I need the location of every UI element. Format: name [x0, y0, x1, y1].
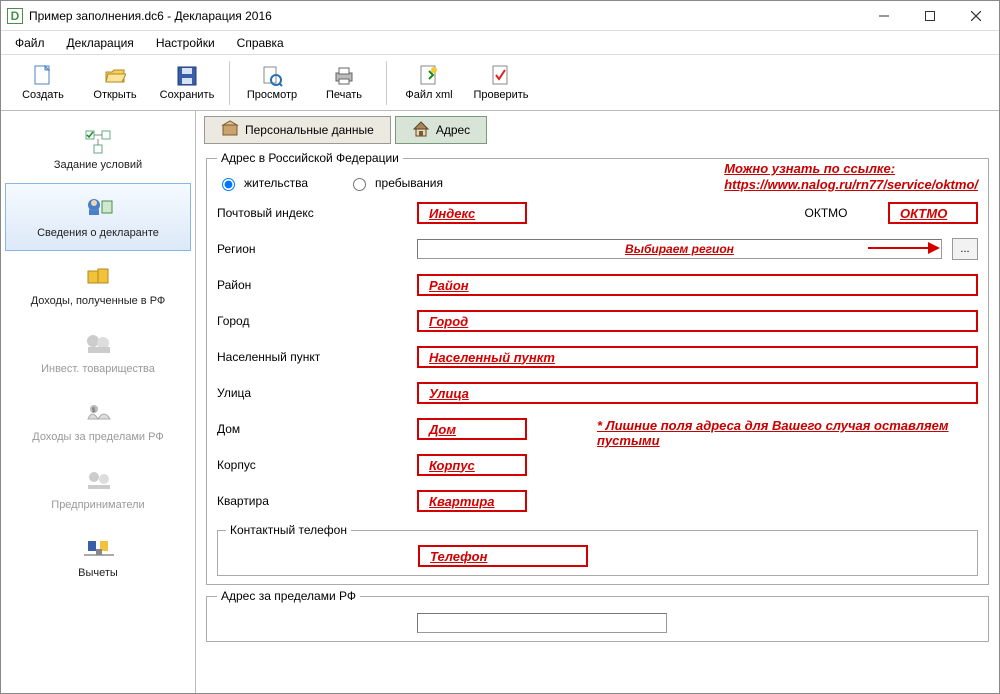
menu-declaration[interactable]: Декларация	[57, 33, 144, 53]
sidebar: Задание условий Сведения о декларанте До…	[1, 111, 196, 693]
invest-icon	[82, 331, 114, 359]
maximize-button[interactable]	[907, 1, 953, 31]
toolbar-save[interactable]: Сохранить	[151, 58, 223, 108]
label-city: Город	[217, 314, 417, 328]
conditions-icon	[82, 127, 114, 155]
field-locality[interactable]: Населенный пункт	[417, 346, 978, 368]
print-icon	[333, 65, 355, 87]
minimize-button[interactable]	[861, 1, 907, 31]
house-icon	[412, 120, 430, 141]
content-area: Персональные данные Адрес Адрес в Россий…	[196, 111, 999, 693]
annotation-link-url[interactable]: https://www.nalog.ru/rn77/service/oktmo/	[724, 177, 978, 193]
maximize-icon	[925, 11, 935, 21]
save-icon	[176, 65, 198, 87]
group-legend: Адрес в Российской Федерации	[217, 151, 403, 165]
minimize-icon	[879, 11, 889, 21]
close-icon	[971, 11, 981, 21]
deductions-icon	[82, 535, 114, 563]
field-phone[interactable]: Телефон	[418, 545, 588, 567]
label-flat: Квартира	[217, 494, 417, 508]
sidebar-label: Предприниматели	[51, 499, 144, 511]
tabs: Персональные данные Адрес	[200, 113, 995, 147]
phone-legend: Контактный телефон	[226, 523, 351, 537]
check-icon	[490, 65, 512, 87]
box-icon	[221, 120, 239, 141]
new-file-icon	[32, 65, 54, 87]
declarant-icon	[82, 195, 114, 223]
tab-personal[interactable]: Персональные данные	[204, 116, 391, 144]
sidebar-income-rf[interactable]: Доходы, полученные в РФ	[5, 251, 191, 319]
sidebar-label: Вычеты	[78, 567, 118, 579]
region-browse-button[interactable]: ...	[952, 238, 978, 260]
open-folder-icon	[104, 65, 126, 87]
radio-residence[interactable]: жительства	[217, 175, 308, 191]
menu-file[interactable]: Файл	[5, 33, 55, 53]
toolbar-new[interactable]: Создать	[7, 58, 79, 108]
sidebar-conditions[interactable]: Задание условий	[5, 115, 191, 183]
field-oktmo[interactable]: ОКТМО	[888, 202, 978, 224]
sidebar-label: Доходы, полученные в РФ	[31, 295, 166, 307]
label-building: Корпус	[217, 458, 417, 472]
app-icon: D	[7, 8, 23, 24]
menu-settings[interactable]: Настройки	[146, 33, 225, 53]
app-window: D Пример заполнения.dc6 - Декларация 201…	[0, 0, 1000, 694]
entrepreneurs-icon	[82, 467, 114, 495]
annotation-empty-note: * Лишние поля адреса для Вашего случая о…	[597, 418, 957, 448]
radio-residence-input[interactable]	[222, 178, 235, 191]
field-postal[interactable]: Индекс	[417, 202, 527, 224]
menu-help[interactable]: Справка	[227, 33, 294, 53]
sidebar-label: Задание условий	[54, 159, 142, 171]
radio-stay-input[interactable]	[353, 178, 366, 191]
tab-address[interactable]: Адрес	[395, 116, 487, 144]
toolbar-print[interactable]: Печать	[308, 58, 380, 108]
close-button[interactable]	[953, 1, 999, 31]
annotation-link-block: Можно узнать по ссылке: https://www.nalo…	[724, 161, 978, 193]
xml-file-icon	[418, 65, 440, 87]
address-rf-group: Адрес в Российской Федерации Можно узнат…	[206, 151, 989, 585]
label-postal: Почтовый индекс	[217, 206, 417, 220]
field-district[interactable]: Район	[417, 274, 978, 296]
sidebar-invest: Инвест. товарищества	[5, 319, 191, 387]
toolbar: Создать Открыть Сохранить Просмотр Печа	[1, 55, 999, 111]
field-building[interactable]: Корпус	[417, 454, 527, 476]
toolbar-separator	[229, 61, 230, 105]
field-street[interactable]: Улица	[417, 382, 978, 404]
toolbar-open[interactable]: Открыть	[79, 58, 151, 108]
toolbar-preview[interactable]: Просмотр	[236, 58, 308, 108]
field-flat[interactable]: Квартира	[417, 490, 527, 512]
sidebar-label: Инвест. товарищества	[41, 363, 155, 375]
label-street: Улица	[217, 386, 417, 400]
income-rf-icon	[82, 263, 114, 291]
sidebar-entrepreneurs: Предприниматели	[5, 455, 191, 523]
menubar: Файл Декларация Настройки Справка	[1, 31, 999, 55]
window-title: Пример заполнения.dc6 - Декларация 2016	[29, 9, 272, 23]
label-house: Дом	[217, 422, 417, 436]
radio-stay[interactable]: пребывания	[348, 175, 443, 191]
sidebar-label: Доходы за пределами РФ	[32, 431, 163, 443]
sidebar-income-foreign: $ Доходы за пределами РФ	[5, 387, 191, 455]
field-house[interactable]: Дом	[417, 418, 527, 440]
label-district: Район	[217, 278, 417, 292]
label-region: Регион	[217, 242, 417, 256]
label-oktmo: ОКТМО	[796, 206, 856, 220]
toolbar-separator	[386, 61, 387, 105]
field-city[interactable]: Город	[417, 310, 978, 332]
address-foreign-group: Адрес за пределами РФ	[206, 589, 989, 642]
titlebar: D Пример заполнения.dc6 - Декларация 201…	[1, 1, 999, 31]
foreign-legend: Адрес за пределами РФ	[217, 589, 360, 603]
sidebar-label: Сведения о декларанте	[37, 227, 159, 239]
sidebar-declarant[interactable]: Сведения о декларанте	[5, 183, 191, 251]
income-foreign-icon: $	[82, 399, 114, 427]
field-region[interactable]: Выбираем регион	[417, 239, 942, 259]
sidebar-deductions[interactable]: Вычеты	[5, 523, 191, 591]
label-locality: Населенный пункт	[217, 350, 417, 364]
preview-icon	[261, 65, 283, 87]
field-foreign-address[interactable]	[417, 613, 667, 633]
annotation-link-title: Можно узнать по ссылке:	[724, 161, 978, 177]
toolbar-check[interactable]: Проверить	[465, 58, 537, 108]
toolbar-xml[interactable]: Файл xml	[393, 58, 465, 108]
phone-group: Контактный телефон Телефон	[217, 523, 978, 576]
arrow-icon	[868, 247, 938, 249]
